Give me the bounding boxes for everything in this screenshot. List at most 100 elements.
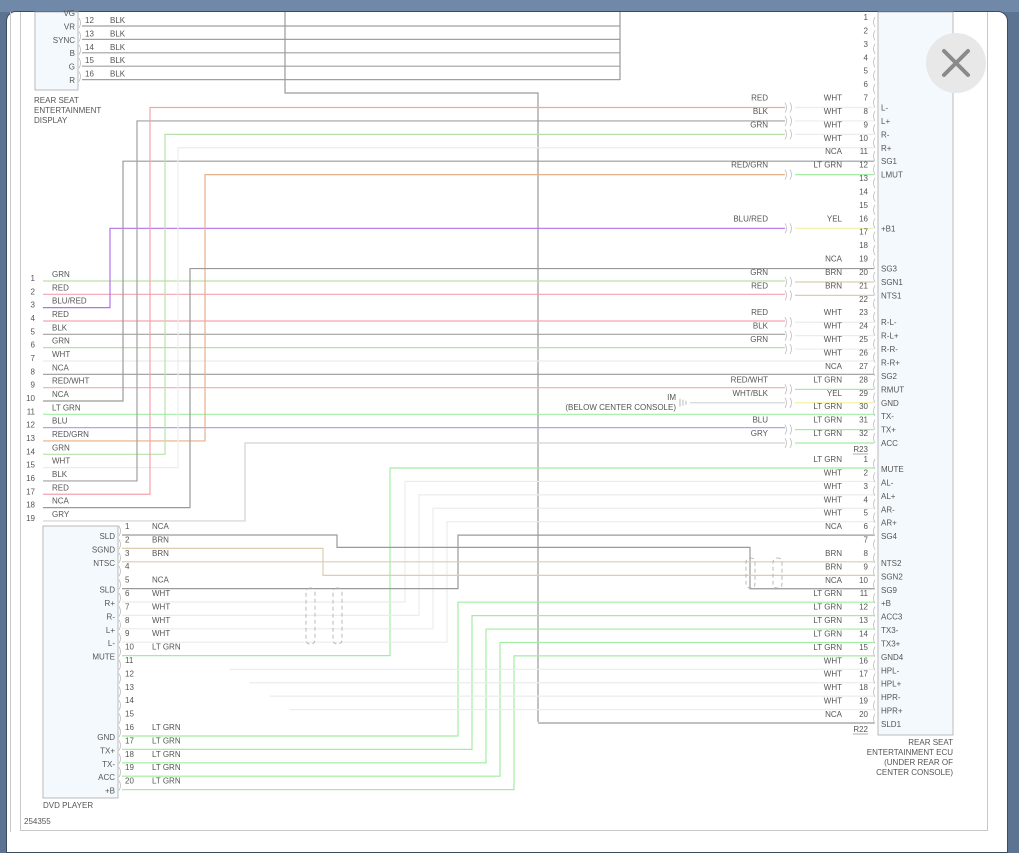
wire-color: BLK	[110, 16, 126, 25]
ecu-pin-function: SGN2	[881, 572, 903, 581]
ecu-pin-function: HPR-	[881, 693, 901, 702]
ecu-pin-function: GND4	[881, 653, 904, 662]
pin-number: 15	[26, 461, 35, 470]
ecu-pin-function: AR+	[881, 519, 897, 528]
pin-number: 14	[125, 696, 134, 705]
pin-number: 6	[864, 522, 869, 531]
pin-number: 4	[864, 495, 869, 504]
wire-color: BLU/RED	[733, 214, 768, 223]
pin-number: 18	[26, 501, 35, 510]
wire-color: LT GRN	[813, 589, 842, 598]
connector-terminal	[874, 312, 876, 322]
connector-terminal	[874, 165, 876, 175]
pin-number: 7	[864, 94, 869, 103]
ecu-pin-function: LMUT	[881, 171, 903, 180]
connector-terminal	[874, 326, 876, 336]
wire-color: BLK	[753, 322, 769, 331]
wire-color: NCA	[825, 710, 843, 719]
connector-terminal	[874, 379, 876, 389]
wire-color: RED	[52, 483, 69, 492]
pin-number: 9	[31, 381, 36, 390]
inline-connector	[785, 438, 787, 448]
wire-color: WHT	[824, 94, 842, 103]
connector-terminal	[874, 30, 876, 40]
pin-number: 10	[26, 394, 35, 403]
pin-number: 18	[859, 241, 868, 250]
inline-connector	[790, 103, 792, 113]
wire-color: WHT	[824, 322, 842, 331]
pin-number: 6	[31, 341, 36, 350]
wire-color: LT GRN	[152, 777, 181, 786]
pin-number: 20	[125, 777, 134, 786]
pin-number: 2	[864, 26, 869, 35]
diagram-labels: VGVRSYNCBGRREAR SEATENTERTAINMENTDISPLAY…	[24, 9, 953, 826]
wire-color: GRY	[751, 429, 769, 438]
pin-number: 19	[26, 514, 35, 523]
wire-color: WHT	[824, 335, 842, 344]
wire-color: LT GRN	[813, 643, 842, 652]
dvd-pin-function: TX+	[100, 746, 115, 755]
connector-terminal	[874, 138, 876, 148]
pin-number: 1	[864, 455, 869, 464]
connector-terminal	[874, 420, 876, 430]
connector-terminal	[874, 71, 876, 81]
ecu-pin-function: TX3+	[881, 639, 901, 648]
wire-color: NCA	[152, 576, 170, 585]
wire-color: GRN	[52, 337, 70, 346]
connector-terminal	[119, 647, 121, 657]
wire-color: NCA	[52, 497, 70, 506]
pin-number: 18	[859, 683, 868, 692]
inline-connector	[785, 103, 787, 113]
connector-terminal	[874, 151, 876, 161]
connector-terminal	[119, 553, 121, 563]
pin-number: 13	[125, 683, 134, 692]
pin-number: 4	[864, 53, 869, 62]
pin-number: 6	[864, 80, 869, 89]
wire-color: NCA	[52, 363, 70, 372]
ecu-pin-function: AL-	[881, 478, 894, 487]
wire-color: LT GRN	[813, 629, 842, 638]
close-button[interactable]	[926, 33, 986, 93]
connector-terminal	[119, 727, 121, 737]
ecu-pin-function: NTS1	[881, 291, 902, 300]
display-name: REAR SEAT	[34, 96, 79, 105]
inline-connector	[785, 344, 787, 354]
ecu-pin-function: SG1	[881, 157, 898, 166]
pin-number: 7	[125, 602, 130, 611]
pin-number: 15	[859, 643, 868, 652]
inline-connector	[790, 170, 792, 180]
dvd-name: DVD PLAYER	[43, 801, 93, 810]
pin-number: 17	[26, 487, 35, 496]
pin-number: 17	[125, 736, 134, 745]
connector-terminal	[119, 633, 121, 643]
close-icon	[941, 48, 971, 78]
wire-color: BLU	[752, 416, 768, 425]
pin-number: 14	[26, 447, 35, 456]
wire-color: LT GRN	[52, 403, 81, 412]
dvd-pin-function: L-	[108, 639, 115, 648]
connector-terminal	[119, 714, 121, 724]
connector-terminal	[874, 84, 876, 94]
ecu-pin-function: L-	[881, 104, 888, 113]
harness-wire	[43, 108, 785, 495]
dvd-pin-function: NTSC	[93, 559, 115, 568]
wire-color: BLK	[110, 56, 126, 65]
wire-color: LT GRN	[152, 723, 181, 732]
ecu-pin-function: TX3-	[881, 626, 899, 635]
connector-terminal	[119, 593, 121, 603]
dvd-pin-function: ACC	[98, 773, 115, 782]
ground-icon	[680, 399, 686, 407]
wire-color: LT GRN	[813, 429, 842, 438]
audio-wire	[122, 508, 874, 629]
ecu-pin-function: +B1	[881, 224, 896, 233]
pin-number: 17	[859, 228, 868, 237]
pin-number: 3	[31, 301, 36, 310]
pin-number: 9	[125, 629, 130, 638]
pin-number: 3	[125, 549, 130, 558]
wire-color: GRN	[52, 270, 70, 279]
wire-color: WHT	[824, 509, 842, 518]
connector-terminal	[119, 566, 121, 576]
pin-number: 3	[864, 482, 869, 491]
ground-label: IM	[667, 393, 676, 402]
connector-terminal	[874, 191, 876, 201]
